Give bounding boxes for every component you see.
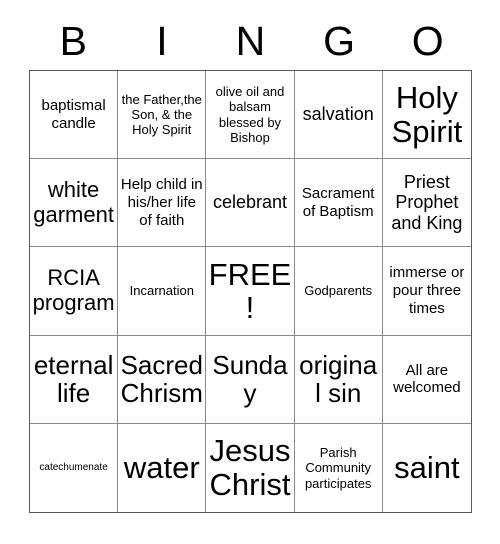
bingo-cell-label: All are welcomed	[393, 361, 461, 397]
bingo-header-letter-o: O	[411, 17, 444, 64]
bingo-cell-label: baptismal candle	[41, 96, 106, 132]
bingo-cell-label: Incarnation	[129, 283, 194, 299]
bingo-cell-n4[interactable]: Sunday	[206, 335, 295, 424]
bingo-cell-free-space[interactable]: FREE!	[206, 247, 295, 336]
bingo-cell-o3[interactable]: immerse or pour three times	[382, 247, 471, 336]
bingo-cell-label: Sunday	[212, 349, 288, 409]
bingo-cell-b2[interactable]: white garment	[30, 159, 119, 248]
bingo-cell-label: original sin	[299, 349, 378, 409]
bingo-cell-label: saint	[394, 450, 460, 486]
bingo-cell-label: celebrant	[212, 192, 288, 213]
bingo-header-letter-b: B	[59, 17, 87, 64]
bingo-cell-i5[interactable]: water	[118, 423, 207, 512]
bingo-cell-label: salvation	[302, 104, 374, 125]
bingo-cell-label: Help child in his/her life of faith	[120, 176, 203, 229]
bingo-cell-label: Parish Community participates	[304, 444, 372, 491]
bingo-header-letter-i: I	[156, 17, 168, 64]
bingo-cell-g2[interactable]: Sacrament of Baptism	[294, 159, 383, 248]
bingo-cell-b4[interactable]: eternal life	[30, 335, 119, 424]
bingo-cell-label: Jesus Christ	[209, 433, 291, 502]
bingo-cell-b1[interactable]: baptismal candle	[30, 71, 119, 160]
bingo-cell-i4[interactable]: Sacred Chrism	[118, 335, 207, 424]
bingo-cell-o2[interactable]: Priest Prophet and King	[382, 159, 471, 248]
bingo-free-space-label: FREE!	[208, 256, 292, 325]
bingo-cell-label: Sacrament of Baptism	[301, 185, 375, 220]
bingo-cell-o1[interactable]: Holy Spirit	[382, 71, 471, 160]
bingo-grid: baptismal candle the Father,the Son, & t…	[29, 70, 472, 513]
bingo-cell-i3[interactable]: Incarnation	[118, 247, 207, 336]
bingo-cell-label: water	[123, 450, 200, 486]
bingo-cell-label: Sacred Chrism	[120, 349, 203, 409]
bingo-cell-b5[interactable]: catechumenate	[30, 423, 119, 512]
bingo-cell-label: immerse or pour three times	[389, 264, 465, 317]
bingo-header-letter-n: N	[235, 17, 266, 64]
bingo-cell-label: catechumenate	[39, 462, 108, 474]
bingo-cell-g5[interactable]: Parish Community participates	[294, 423, 383, 512]
bingo-header-letter-g: G	[323, 17, 356, 64]
bingo-cell-n5[interactable]: Jesus Christ	[206, 423, 295, 512]
bingo-cell-g3[interactable]: Godparents	[294, 247, 383, 336]
bingo-cell-g1[interactable]: salvation	[294, 71, 383, 160]
bingo-cell-label: Holy Spirit	[391, 80, 463, 149]
bingo-cell-i1[interactable]: the Father,the Son, & the Holy Spirit	[118, 71, 207, 160]
bingo-cell-label: white garment	[33, 177, 114, 227]
bingo-card: B I N G O baptismal candle the Father,th…	[0, 0, 500, 544]
bingo-cell-n2[interactable]: celebrant	[206, 159, 295, 248]
bingo-cell-label: RCIA program	[32, 265, 115, 315]
bingo-cell-g4[interactable]: original sin	[294, 335, 383, 424]
bingo-cell-o4[interactable]: All are welcomed	[382, 335, 471, 424]
bingo-cell-label: Godparents	[304, 283, 373, 299]
bingo-cell-b3[interactable]: RCIA program	[30, 247, 119, 336]
bingo-cell-label: olive oil and balsam blessed by Bishop	[215, 83, 285, 145]
bingo-cell-label: eternal life	[33, 349, 114, 409]
bingo-cell-o5[interactable]: saint	[382, 423, 471, 512]
bingo-cell-n1[interactable]: olive oil and balsam blessed by Bishop	[206, 71, 295, 160]
bingo-cell-label: the Father,the Son, & the Holy Spirit	[121, 91, 202, 138]
bingo-header-row: B I N G O	[29, 12, 472, 70]
bingo-cell-label: Priest Prophet and King	[391, 171, 463, 234]
bingo-cell-i2[interactable]: Help child in his/her life of faith	[118, 159, 207, 248]
